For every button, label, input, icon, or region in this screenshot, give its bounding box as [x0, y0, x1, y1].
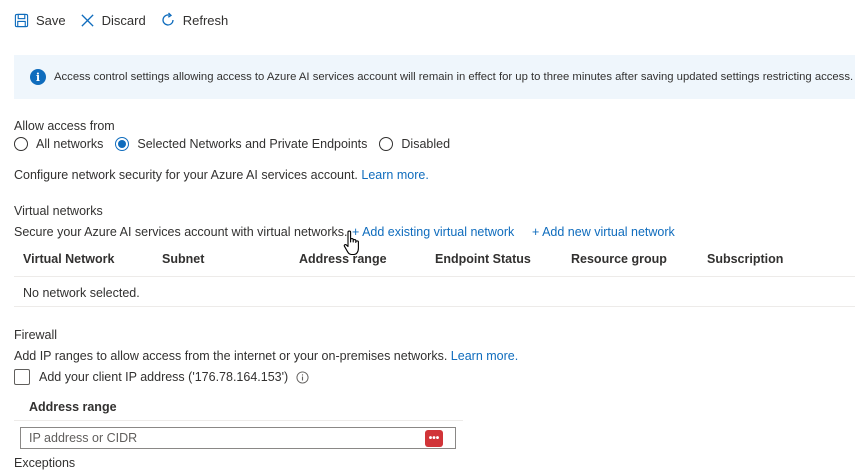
firewall-learn-more-link[interactable]: Learn more.	[451, 349, 518, 363]
virtual-networks-heading: Virtual networks	[14, 204, 103, 218]
radio-all-networks[interactable]: All networks	[14, 137, 103, 151]
more-options-icon[interactable]: •••	[425, 430, 443, 447]
column-header-endpoint-status: Endpoint Status	[435, 252, 531, 266]
refresh-label: Refresh	[182, 12, 229, 28]
save-button[interactable]: Save	[14, 13, 66, 28]
radio-circle[interactable]	[14, 137, 28, 151]
column-header-virtual-network: Virtual Network	[23, 252, 115, 266]
info-banner-text: Access control settings allowing access …	[54, 71, 854, 83]
info-icon: i	[30, 69, 46, 85]
radio-label: All networks	[36, 137, 104, 151]
configure-text: Configure network security for your Azur…	[14, 168, 429, 182]
radio-circle-selected[interactable]	[115, 137, 130, 151]
close-icon	[81, 13, 94, 27]
add-existing-virtual-network-link[interactable]: + Add existing virtual network	[352, 225, 514, 239]
ip-address-input-wrapper: •••	[20, 427, 456, 449]
table-empty-message: No network selected.	[23, 286, 140, 300]
column-header-subscription: Subscription	[707, 252, 784, 266]
virtual-networks-table-header: Virtual Network Subnet Address range End…	[14, 252, 855, 272]
command-bar: Save Discard Refresh	[14, 10, 242, 30]
table-divider	[14, 306, 855, 307]
configure-description: Configure network security for your Azur…	[14, 168, 358, 182]
radio-disabled[interactable]: Disabled	[379, 137, 450, 151]
client-ip-option[interactable]: Add your client IP address ('176.78.164.…	[14, 369, 309, 385]
table-divider	[14, 276, 855, 277]
firewall-description-text: Add IP ranges to allow access from the i…	[14, 349, 448, 363]
firewall-description: Add IP ranges to allow access from the i…	[14, 349, 518, 363]
radio-label: Selected Networks and Private Endpoints	[137, 137, 368, 151]
discard-button[interactable]: Discard	[80, 13, 146, 28]
ip-address-input[interactable]	[21, 428, 427, 448]
configure-learn-more-link[interactable]: Learn more.	[361, 168, 428, 182]
client-ip-label: Add your client IP address ('176.78.164.…	[39, 370, 289, 384]
save-label: Save	[36, 12, 66, 28]
address-range-column-header: Address range	[29, 400, 117, 414]
virtual-networks-description: Secure your Azure AI services account wi…	[14, 225, 348, 239]
exceptions-heading: Exceptions	[14, 456, 76, 470]
firewall-heading: Firewall	[14, 328, 58, 342]
refresh-icon	[162, 12, 174, 26]
add-new-virtual-network-link[interactable]: + Add new virtual network	[532, 225, 675, 239]
allow-access-radio-group: All networks Selected Networks and Priva…	[14, 137, 462, 151]
client-ip-checkbox[interactable]	[14, 369, 30, 385]
address-range-divider	[14, 420, 463, 421]
discard-label: Discard	[101, 12, 146, 28]
info-circle-icon[interactable]	[296, 370, 309, 384]
allow-access-label: Allow access from	[14, 119, 115, 133]
info-banner: i Access control settings allowing acces…	[14, 55, 855, 99]
radio-selected-networks[interactable]: Selected Networks and Private Endpoints	[115, 137, 367, 151]
column-header-address-range: Address range	[299, 252, 387, 266]
column-header-subnet: Subnet	[162, 252, 205, 266]
save-icon	[14, 13, 29, 27]
radio-circle[interactable]	[379, 137, 394, 151]
radio-label: Disabled	[401, 137, 451, 151]
refresh-button[interactable]: Refresh	[160, 12, 229, 28]
column-header-resource-group: Resource group	[571, 252, 667, 266]
